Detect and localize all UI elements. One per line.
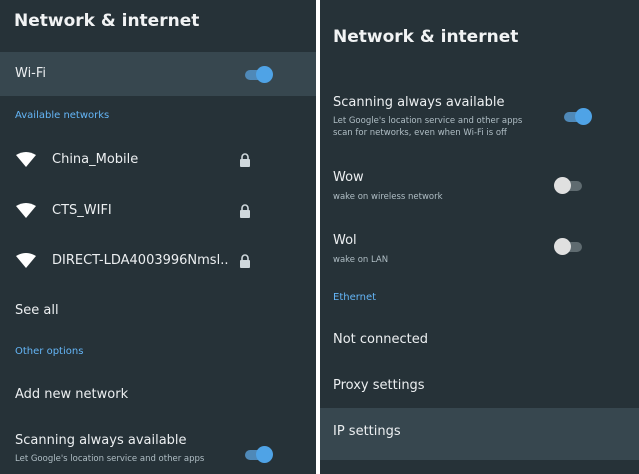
add-new-network-item[interactable]: Add new network: [0, 376, 316, 414]
wifi-signal-icon: [16, 203, 36, 218]
not-connected-item[interactable]: Not connected: [320, 320, 639, 360]
see-all-item[interactable]: See all: [0, 292, 316, 330]
network-item[interactable]: CTS_WIFI: [0, 191, 316, 231]
wifi-toggle[interactable]: [243, 66, 273, 83]
page-title: Network & internet: [333, 27, 519, 47]
see-all-label: See all: [15, 303, 59, 318]
scanning-toggle[interactable]: [562, 108, 592, 125]
network-item[interactable]: China_Mobile: [0, 140, 316, 180]
wol-label: Wol: [333, 233, 357, 248]
lock-icon: [240, 254, 250, 268]
wifi-label: Wi-Fi: [15, 66, 47, 81]
scanning-always-available-row[interactable]: Scanning always available Let Google's l…: [320, 88, 639, 148]
proxy-settings-label: Proxy settings: [333, 378, 425, 393]
lock-icon: [240, 153, 250, 167]
network-settings-panel-left: Network & internet Wi-Fi Available netwo…: [0, 0, 316, 474]
wifi-row[interactable]: Wi-Fi: [0, 52, 316, 96]
network-ssid: China_Mobile: [52, 152, 139, 167]
network-item[interactable]: DIRECT-LDA4003996Nmsl..: [0, 241, 316, 281]
ip-settings-label: IP settings: [333, 424, 401, 439]
scanning-label: Scanning always available: [15, 433, 187, 448]
available-networks-header: Available networks: [15, 110, 110, 121]
network-ssid: DIRECT-LDA4003996Nmsl..: [52, 253, 229, 268]
scanning-toggle[interactable]: [243, 446, 273, 463]
wow-label: Wow: [333, 170, 364, 185]
scanning-always-available-row[interactable]: Scanning always available Let Google's l…: [0, 422, 316, 474]
other-options-header: Other options: [15, 346, 84, 357]
scanning-description-line1: Let Google's location service and other …: [333, 116, 523, 126]
network-ssid: CTS_WIFI: [52, 203, 112, 218]
wol-row[interactable]: Wol wake on LAN: [320, 225, 639, 275]
wow-toggle[interactable]: [554, 177, 584, 194]
wol-description: wake on LAN: [333, 255, 389, 265]
ethernet-header: Ethernet: [333, 292, 377, 303]
add-new-network-label: Add new network: [15, 387, 129, 402]
page-title: Network & internet: [14, 11, 200, 31]
wow-description: wake on wireless network: [333, 192, 443, 202]
lock-icon: [240, 204, 250, 218]
wifi-signal-icon: [16, 253, 36, 268]
scanning-description: Let Google's location service and other …: [15, 454, 205, 464]
network-settings-panel-right: Network & internet Scanning always avail…: [320, 0, 639, 474]
scanning-description-line2: scan for networks, even when Wi-Fi is of…: [333, 128, 507, 138]
scanning-label: Scanning always available: [333, 95, 505, 110]
proxy-settings-item[interactable]: Proxy settings: [320, 366, 639, 406]
wol-toggle[interactable]: [554, 238, 584, 255]
not-connected-label: Not connected: [333, 332, 428, 347]
ip-settings-item[interactable]: IP settings: [320, 408, 639, 460]
wow-row[interactable]: Wow wake on wireless network: [320, 162, 639, 212]
wifi-signal-icon: [16, 152, 36, 167]
